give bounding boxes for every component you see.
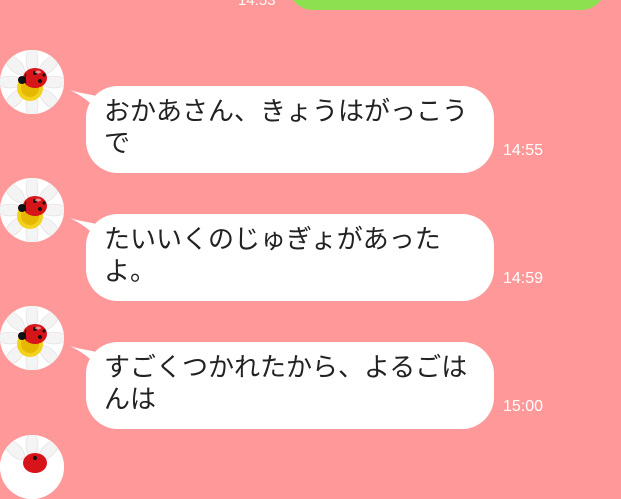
ladybug-on-daisy-icon	[0, 306, 64, 370]
ladybug-avatar[interactable]	[0, 306, 64, 370]
ladybug-avatar[interactable]	[0, 50, 64, 114]
ladybug-on-daisy-icon	[0, 50, 64, 114]
ladybug-avatar[interactable]	[0, 178, 64, 242]
ladybug-on-daisy-icon	[0, 435, 64, 499]
message-bubble[interactable]: すごくつかれたから、よるごはんは	[86, 342, 494, 429]
incoming-message: たいいくのじゅぎょがあったよ。 14:59	[0, 128, 621, 301]
ladybug-avatar[interactable]	[0, 435, 64, 499]
ladybug-on-daisy-icon	[0, 178, 64, 242]
chat-view[interactable]: 14:53 おかあさん、きょうはがっこうで 14:55 たいいくのじゅぎょがあっ…	[0, 0, 621, 499]
incoming-message: おかあさん、きょうはがっこうで 14:55	[0, 0, 621, 173]
incoming-message: すごくつかれたから、よるごはんは 15:00	[0, 256, 621, 429]
message-timestamp: 15:00	[503, 398, 544, 415]
message-text: すごくつかれたから、よるごはんは	[104, 353, 468, 415]
